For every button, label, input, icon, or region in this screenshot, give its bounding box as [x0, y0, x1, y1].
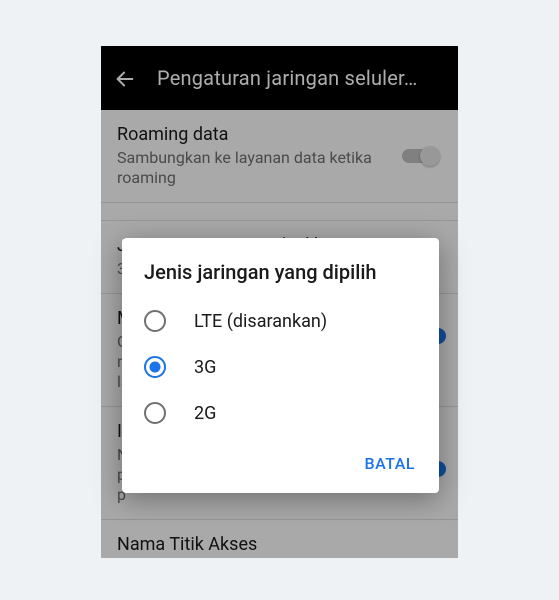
cancel-button[interactable]: BATAL: [355, 448, 426, 479]
radio-icon: [144, 402, 166, 424]
option-2g[interactable]: 2G: [122, 390, 439, 436]
option-3g[interactable]: 3G: [122, 344, 439, 390]
dialog-actions: BATAL: [122, 436, 439, 487]
network-type-dialog: Jenis jaringan yang dipilih LTE (disaran…: [122, 238, 439, 493]
option-label: LTE (disarankan): [194, 311, 327, 332]
radio-checked-icon: [144, 356, 166, 378]
option-label: 3G: [194, 357, 216, 378]
option-lte[interactable]: LTE (disarankan): [122, 298, 439, 344]
dialog-title: Jenis jaringan yang dipilih: [122, 238, 439, 298]
radio-icon: [144, 310, 166, 332]
option-label: 2G: [194, 403, 216, 424]
